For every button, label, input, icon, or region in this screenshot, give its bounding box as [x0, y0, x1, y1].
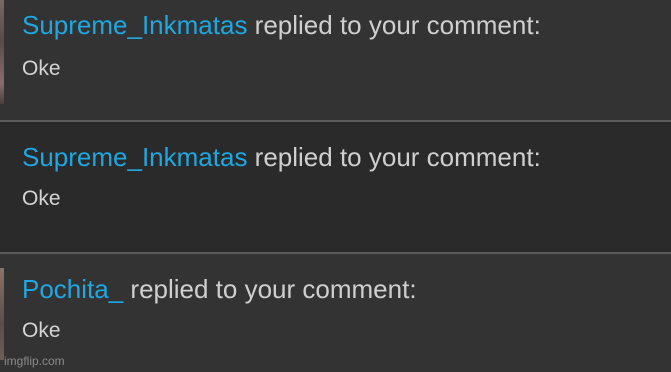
notification-title: Pochita_ replied to your comment:: [22, 274, 417, 304]
avatar-thumbnail: [0, 268, 4, 360]
notification-action-text: replied to your comment:: [123, 274, 417, 304]
notification-item[interactable]: Supreme_Inkmatas replied to your comment…: [0, 122, 671, 360]
avatar-thumbnail: [0, 0, 4, 104]
comment-text: Oke: [22, 319, 61, 342]
comment-text: Oke: [22, 57, 61, 80]
comment-text: Oke: [22, 187, 61, 210]
notification-title: Supreme_Inkmatas replied to your comment…: [22, 10, 541, 40]
username-link[interactable]: Supreme_Inkmatas: [22, 142, 247, 172]
notification-item[interactable]: Supreme_Inkmatas replied to your comment…: [0, 0, 671, 120]
username-link[interactable]: Supreme_Inkmatas: [22, 10, 247, 40]
notification-item[interactable]: Pochita_ replied to your comment: Oke: [0, 254, 671, 372]
notification-action-text: replied to your comment:: [247, 10, 541, 40]
notification-title: Supreme_Inkmatas replied to your comment…: [22, 142, 541, 172]
username-link[interactable]: Pochita_: [22, 274, 123, 304]
notification-action-text: replied to your comment:: [247, 142, 541, 172]
imgflip-watermark: imgflip.com: [4, 354, 65, 368]
